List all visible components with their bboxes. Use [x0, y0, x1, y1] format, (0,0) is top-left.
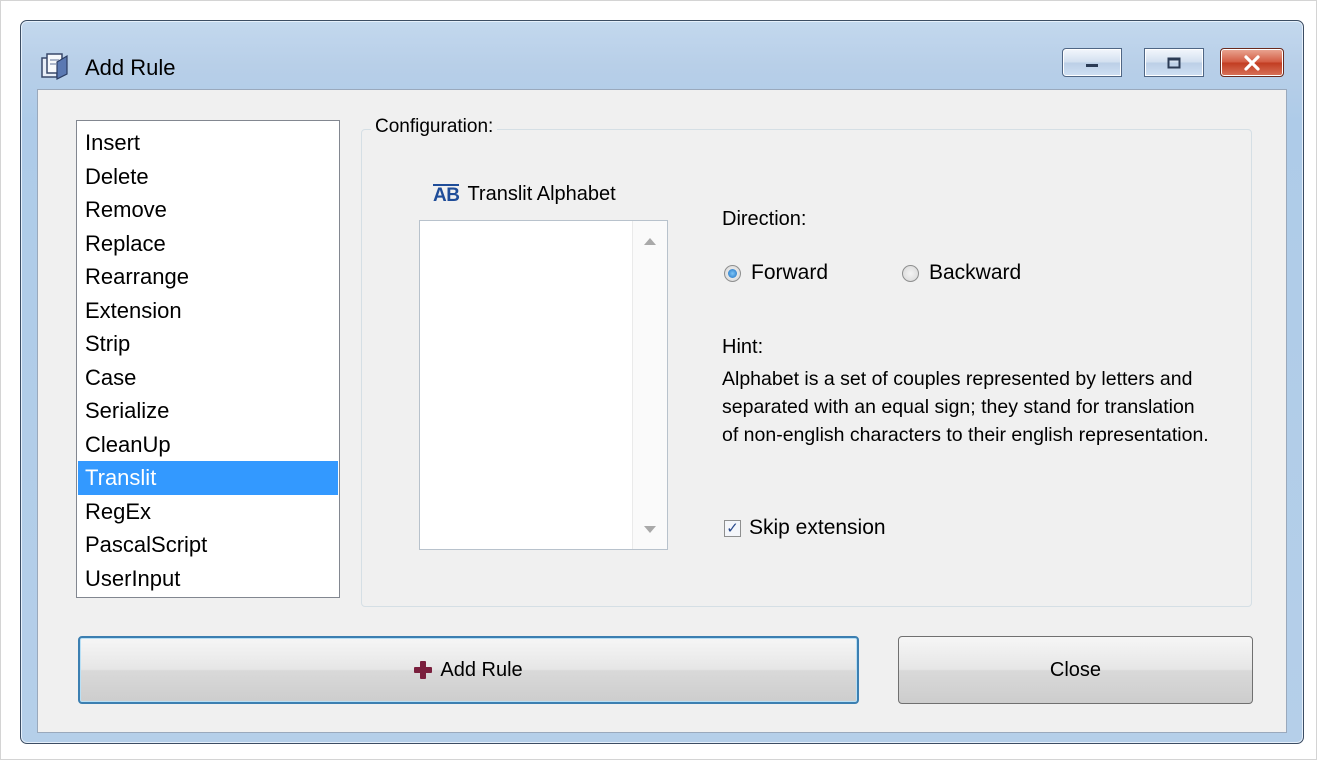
skip-extension-checkbox[interactable]: ✓ Skip extension — [724, 516, 886, 540]
maximize-icon — [1167, 57, 1181, 68]
rule-list-item[interactable]: Remove — [78, 193, 338, 227]
rule-list-item[interactable]: UserInput — [78, 562, 338, 596]
translit-alphabet-header: AB Translit Alphabet — [433, 183, 616, 206]
backward-radio-indicator[interactable] — [902, 264, 919, 282]
close-button-label: Close — [1049, 658, 1102, 681]
rule-list-item[interactable]: Delete — [78, 160, 338, 194]
rule-list-item[interactable]: PascalScript — [78, 528, 338, 562]
configuration-label: Configuration: — [371, 116, 498, 138]
forward-radio[interactable]: Forward — [724, 261, 828, 285]
backward-radio[interactable]: Backward — [902, 261, 1021, 285]
translit-alphabet-textarea[interactable] — [419, 220, 668, 550]
rule-list-item[interactable]: Replace — [78, 227, 338, 261]
rule-list-item[interactable]: Rearrange — [78, 260, 338, 294]
scroll-up-icon[interactable] — [644, 238, 656, 245]
rule-type-list[interactable]: Insert Delete Remove Replace Rearrange Extens… — [76, 120, 340, 598]
forward-radio-indicator[interactable] — [724, 264, 741, 282]
rule-list-item[interactable]: Insert — [78, 126, 338, 160]
alphabet-icon: AB — [433, 183, 460, 206]
add-rule-window: Add Rule Insert Delete Remove Replace Rearra… — [20, 20, 1304, 744]
add-rule-button[interactable]: Add Rule — [78, 636, 859, 704]
checkmark-icon[interactable]: ✓ — [724, 519, 741, 537]
rule-list-item[interactable]: Extension — [78, 294, 338, 328]
rule-list-item[interactable]: RegEx — [78, 495, 338, 529]
rule-list-item[interactable]: Serialize — [78, 394, 338, 428]
rule-list-item[interactable]: Strip — [78, 327, 338, 361]
title-bar[interactable]: Add Rule — [21, 21, 1303, 89]
app-icon — [41, 53, 68, 80]
translit-alphabet-label: Translit Alphabet — [467, 183, 616, 205]
scroll-down-icon[interactable] — [644, 526, 656, 533]
hint-label: Hint: — [722, 336, 764, 358]
rule-list-item[interactable]: Translit — [78, 461, 338, 495]
maximize-button[interactable] — [1144, 48, 1204, 77]
window-title: Add Rule — [85, 55, 176, 80]
minimize-button[interactable] — [1062, 48, 1122, 77]
plus-icon — [414, 661, 433, 679]
add-rule-button-label: Add Rule — [440, 658, 523, 681]
close-button[interactable]: Close — [898, 636, 1253, 704]
forward-radio-label: Forward — [751, 261, 829, 284]
direction-label: Direction: — [722, 208, 807, 230]
rule-list-item[interactable]: CleanUp — [78, 428, 338, 462]
backward-radio-label: Backward — [929, 261, 1022, 284]
close-window-button[interactable] — [1220, 48, 1284, 77]
rule-list-item[interactable]: Case — [78, 361, 338, 395]
close-icon — [1244, 54, 1260, 71]
minimize-icon — [1086, 63, 1098, 67]
dialog-client-area: Insert Delete Remove Replace Rearrange Extens… — [37, 89, 1287, 733]
skip-extension-label: Skip extension — [749, 516, 886, 539]
hint-text: Alphabet is a set of couples represented… — [722, 368, 1209, 446]
alphabet-scrollbar[interactable] — [632, 221, 667, 549]
